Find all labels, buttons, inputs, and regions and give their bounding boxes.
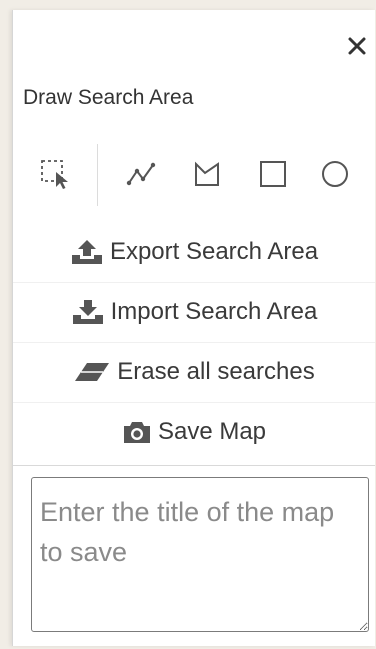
import-search-area-label: Import Search Area xyxy=(110,298,318,325)
draw-search-panel: Draw Search Area Export Search Area Impo… xyxy=(12,10,375,646)
polygon-icon xyxy=(195,161,219,186)
rectangle-icon xyxy=(260,161,286,187)
polyline-icon xyxy=(126,162,156,186)
polygon-tool-button[interactable] xyxy=(187,142,227,206)
panel-title: Draw Search Area xyxy=(23,86,194,109)
save-map-button[interactable]: Save Map xyxy=(13,402,375,462)
import-search-area-button[interactable]: Import Search Area xyxy=(13,282,375,343)
eraser-icon xyxy=(73,359,111,385)
polyline-tool-button[interactable] xyxy=(123,142,163,206)
camera-icon xyxy=(122,419,152,445)
save-map-label: Save Map xyxy=(157,418,267,445)
select-tool-button[interactable] xyxy=(35,142,75,206)
section-divider xyxy=(13,465,375,466)
circle-tool-button[interactable] xyxy=(315,142,355,206)
upload-icon xyxy=(70,238,104,266)
draw-tools-toolbar xyxy=(35,142,365,206)
download-icon xyxy=(71,298,105,326)
erase-all-searches-label: Erase all searches xyxy=(117,358,315,385)
map-title-input[interactable] xyxy=(31,477,369,632)
close-button[interactable] xyxy=(343,32,371,60)
export-search-area-label: Export Search Area xyxy=(109,238,319,265)
rectangle-tool-button[interactable] xyxy=(253,142,293,206)
dashed-select-cursor-icon xyxy=(41,160,68,189)
erase-all-searches-button[interactable]: Erase all searches xyxy=(13,342,375,403)
circle-icon xyxy=(322,161,348,187)
export-search-area-button[interactable]: Export Search Area xyxy=(13,222,375,283)
close-icon xyxy=(348,37,366,55)
tools-divider xyxy=(97,144,98,206)
